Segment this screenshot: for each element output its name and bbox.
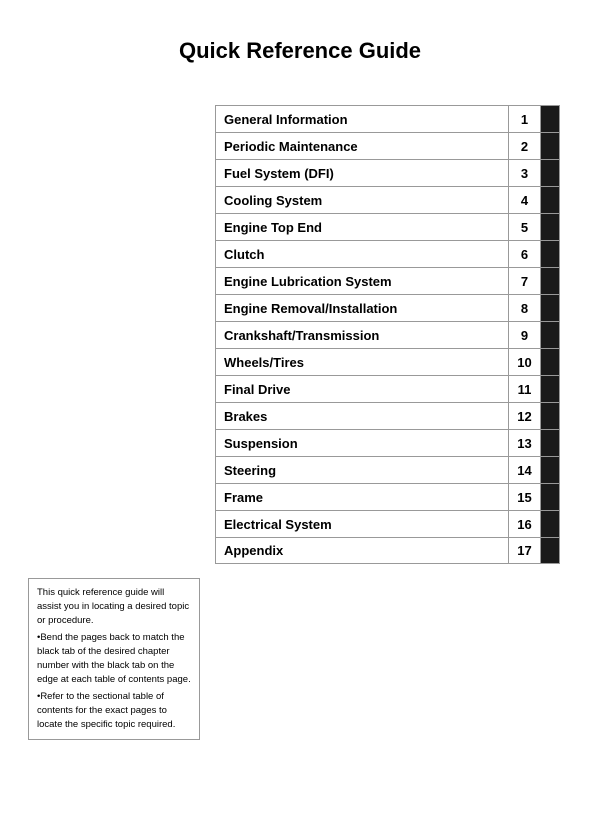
toc-row-label: Final Drive	[216, 376, 509, 402]
toc-row-tab	[541, 430, 559, 456]
toc-row: Brakes12	[215, 402, 560, 429]
toc-row-number: 14	[509, 457, 541, 483]
toc-row-number: 9	[509, 322, 541, 348]
toc-row-tab	[541, 268, 559, 294]
toc-row-label: Steering	[216, 457, 509, 483]
toc-row-label: Engine Lubrication System	[216, 268, 509, 294]
toc-row: Final Drive11	[215, 375, 560, 402]
toc-row-number: 17	[509, 538, 541, 563]
toc-row-number: 5	[509, 214, 541, 240]
toc-row-label: Clutch	[216, 241, 509, 267]
toc-row: Suspension13	[215, 429, 560, 456]
toc-row-label: Engine Top End	[216, 214, 509, 240]
toc-row-tab	[541, 133, 559, 159]
toc-row: Crankshaft/Transmission9	[215, 321, 560, 348]
toc-row-label: General Information	[216, 106, 509, 132]
toc-row-tab	[541, 511, 559, 537]
toc-row-number: 3	[509, 160, 541, 186]
toc-row-number: 2	[509, 133, 541, 159]
toc-row: Periodic Maintenance2	[215, 132, 560, 159]
toc-row-tab	[541, 457, 559, 483]
toc-row-tab	[541, 241, 559, 267]
toc-row: Cooling System4	[215, 186, 560, 213]
toc-row-number: 7	[509, 268, 541, 294]
toc-row: Frame15	[215, 483, 560, 510]
note-box: This quick reference guide will assist y…	[28, 578, 200, 740]
toc-row: Electrical System16	[215, 510, 560, 537]
toc-row-label: Brakes	[216, 403, 509, 429]
toc-container: General Information1Periodic Maintenance…	[215, 105, 560, 564]
toc-row: Engine Lubrication System7	[215, 267, 560, 294]
toc-row-tab	[541, 349, 559, 375]
toc-row-label: Frame	[216, 484, 509, 510]
toc-row: Steering14	[215, 456, 560, 483]
toc-row-label: Appendix	[216, 538, 509, 563]
toc-row-label: Fuel System (DFI)	[216, 160, 509, 186]
toc-row-tab	[541, 295, 559, 321]
toc-row-label: Engine Removal/Installation	[216, 295, 509, 321]
toc-row-label: Crankshaft/Transmission	[216, 322, 509, 348]
toc-row-label: Cooling System	[216, 187, 509, 213]
toc-row-number: 11	[509, 376, 541, 402]
toc-row-number: 16	[509, 511, 541, 537]
toc-row: Wheels/Tires10	[215, 348, 560, 375]
toc-row-label: Wheels/Tires	[216, 349, 509, 375]
note-line3: •Refer to the sectional table of content…	[37, 690, 191, 731]
toc-row: Clutch6	[215, 240, 560, 267]
toc-row-label: Electrical System	[216, 511, 509, 537]
toc-row-label: Suspension	[216, 430, 509, 456]
toc-row-number: 15	[509, 484, 541, 510]
toc-row-tab	[541, 484, 559, 510]
toc-row-number: 6	[509, 241, 541, 267]
toc-row-number: 12	[509, 403, 541, 429]
toc-row-tab	[541, 160, 559, 186]
toc-row-tab	[541, 322, 559, 348]
toc-row: Engine Top End5	[215, 213, 560, 240]
toc-row-number: 4	[509, 187, 541, 213]
toc-row-tab	[541, 376, 559, 402]
toc-row: General Information1	[215, 105, 560, 132]
page-title: Quick Reference Guide	[0, 0, 600, 86]
toc-row-number: 8	[509, 295, 541, 321]
toc-row-number: 10	[509, 349, 541, 375]
toc-row-tab	[541, 403, 559, 429]
note-line1: This quick reference guide will assist y…	[37, 586, 191, 627]
toc-row-tab	[541, 538, 559, 563]
toc-row-number: 1	[509, 106, 541, 132]
toc-row-number: 13	[509, 430, 541, 456]
toc-row-tab	[541, 106, 559, 132]
toc-row: Appendix17	[215, 537, 560, 564]
toc-row-tab	[541, 214, 559, 240]
toc-row-tab	[541, 187, 559, 213]
toc-row: Fuel System (DFI)3	[215, 159, 560, 186]
page: Quick Reference Guide General Informatio…	[0, 0, 600, 818]
toc-row-label: Periodic Maintenance	[216, 133, 509, 159]
toc-row: Engine Removal/Installation8	[215, 294, 560, 321]
note-line2: •Bend the pages back to match the black …	[37, 631, 191, 686]
